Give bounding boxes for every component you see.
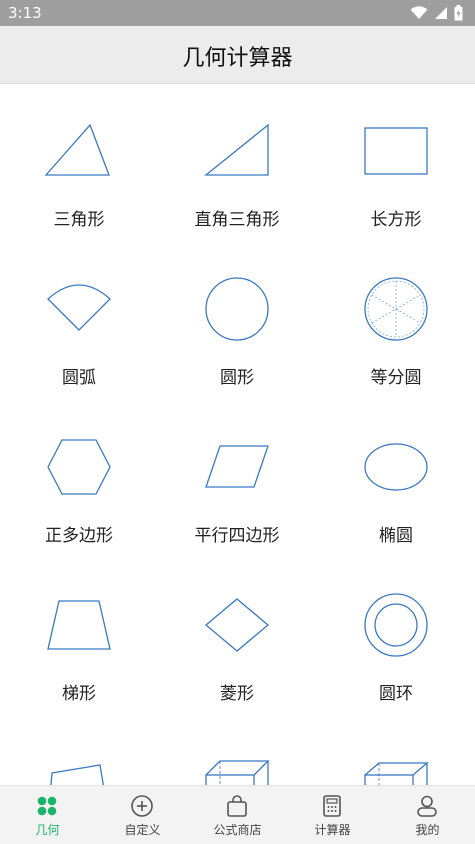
app-header: 几何计算器 [0,26,475,84]
rhombus-icon [204,598,270,652]
nav-label: 计算器 [314,823,351,837]
page-title: 几何计算器 [182,46,293,71]
nav-label: 我的 [415,823,440,837]
hexagon-icon [47,439,111,495]
wifi-icon [410,6,428,19]
shape-card-divided-circle[interactable]: 等分圆 [317,243,475,401]
shape-label: 圆环 [379,684,413,704]
rectangle-icon [364,127,428,175]
quadrilateral-icon [50,764,104,785]
shape-label: 圆形 [220,368,254,388]
nav-label: 自定义 [124,823,161,837]
nav-tab-mine[interactable]: 我的 [380,786,475,844]
user-icon [417,795,437,817]
bottom-nav: 几何 自定义 公式商店 计算器 我的 [0,785,475,844]
shape-label: 圆弧 [62,368,96,388]
add-circle-icon [131,795,153,817]
shape-card-rectangle[interactable]: 长方形 [317,85,475,243]
shape-label: 三角形 [53,210,105,230]
shape-label: 直角三角形 [194,210,280,230]
shape-label: 正多边形 [45,526,113,546]
right-triangle-icon [204,123,269,176]
shape-label: 椭圆 [379,526,413,546]
nav-label: 公式商店 [213,823,262,837]
geometry-grid-icon [37,796,57,816]
shape-card-cuboid[interactable] [158,717,316,785]
status-time: 3:13 [8,4,42,22]
nav-tab-geometry[interactable]: 几何 [0,786,95,844]
shape-card-ring[interactable]: 圆环 [317,559,475,717]
nav-tab-custom[interactable]: 自定义 [95,786,190,844]
shape-card-cube[interactable] [317,717,475,785]
arc-sector-icon [47,284,111,331]
shape-label: 长方形 [370,210,422,230]
parallelogram-icon [205,445,269,488]
divided-circle-icon [364,277,428,341]
shopping-bag-icon [227,795,247,817]
trapezoid-icon [47,600,111,650]
shape-grid-container[interactable]: 三角形 直角三角形 长方形 圆弧 圆形 等分圆 正多边形 平行四边形 椭圆 梯形… [0,85,475,785]
shape-card-arc[interactable]: 圆弧 [0,243,158,401]
shape-label: 梯形 [62,684,96,704]
nav-tab-calculator[interactable]: 计算器 [285,786,380,844]
shape-card-ellipse[interactable]: 椭圆 [317,401,475,559]
ellipse-icon [364,443,428,491]
cube-icon [364,762,429,785]
circle-icon [205,277,269,341]
shape-card-rhombus[interactable]: 菱形 [158,559,316,717]
shape-label: 等分圆 [370,368,422,388]
shape-card-quadrilateral[interactable] [0,717,158,785]
shape-card-triangle[interactable]: 三角形 [0,85,158,243]
ring-icon [364,593,428,657]
shape-card-parallelogram[interactable]: 平行四边形 [158,401,316,559]
shape-label: 平行四边形 [194,526,280,546]
shape-label: 菱形 [220,684,254,704]
shape-card-regular-polygon[interactable]: 正多边形 [0,401,158,559]
status-icons [410,4,463,22]
calculator-icon [323,795,341,817]
signal-icon [435,7,447,19]
shape-card-trapezoid[interactable]: 梯形 [0,559,158,717]
nav-label: 几何 [35,823,60,837]
shape-card-circle[interactable]: 圆形 [158,243,316,401]
nav-tab-formula-store[interactable]: 公式商店 [190,786,285,844]
shape-card-right-triangle[interactable]: 直角三角形 [158,85,316,243]
status-bar: 3:13 [0,0,475,26]
triangle-icon [44,123,110,176]
battery-icon [454,5,463,21]
cuboid-icon [205,760,270,785]
